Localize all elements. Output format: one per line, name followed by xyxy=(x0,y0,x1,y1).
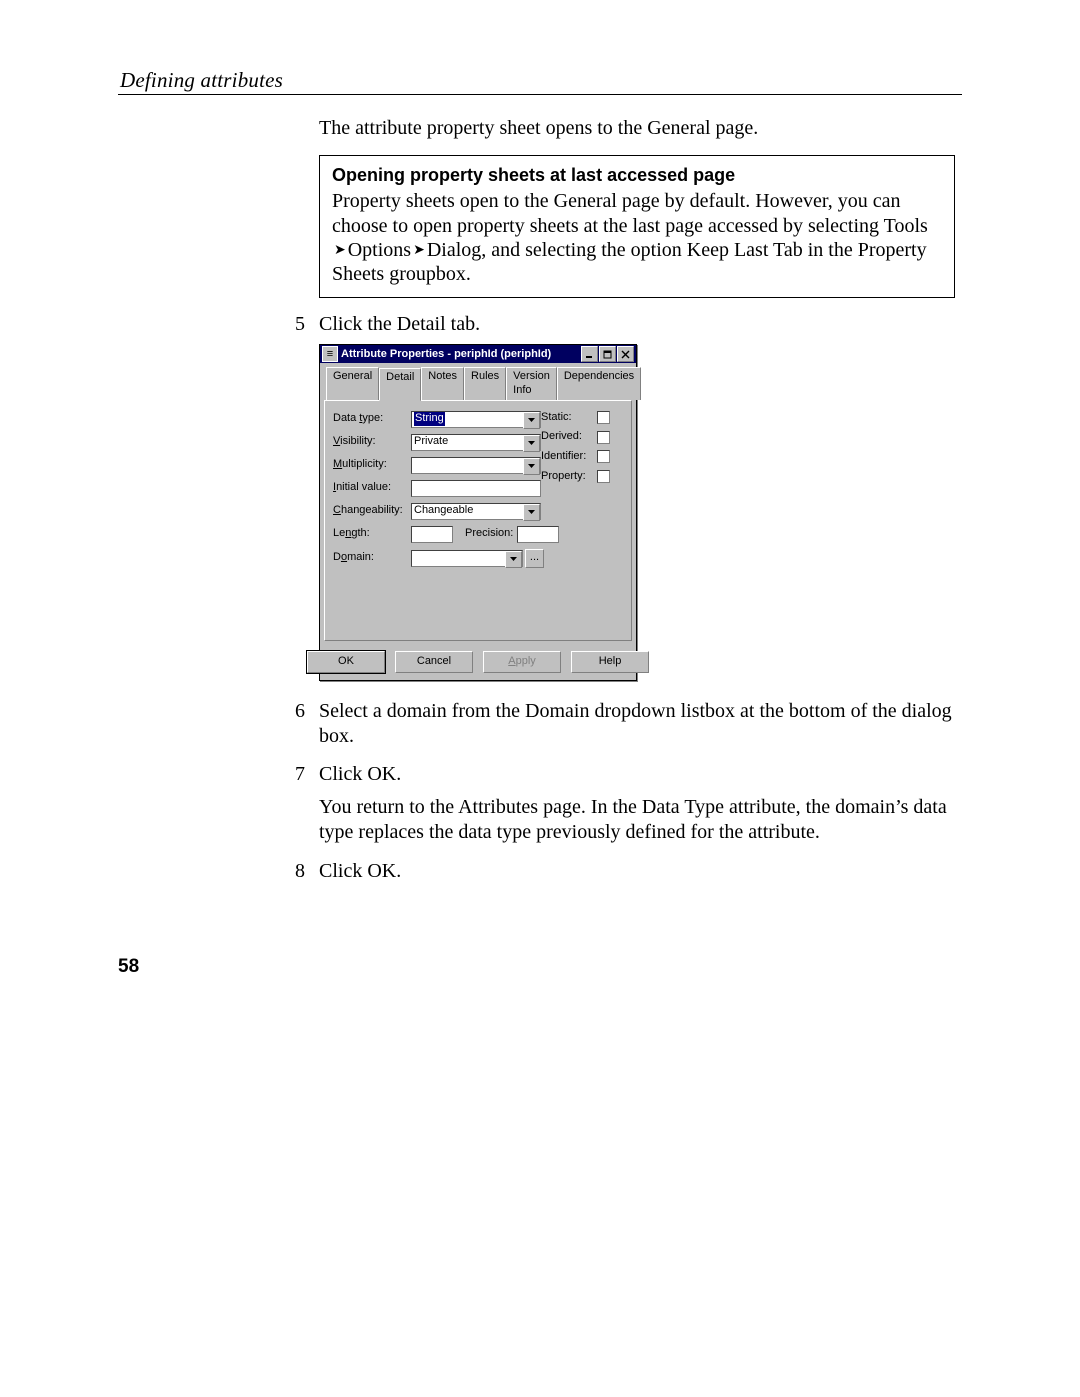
step-text: Click OK. xyxy=(319,859,959,884)
help-button[interactable]: Help xyxy=(571,651,649,673)
identifier-checkbox[interactable] xyxy=(597,450,610,463)
step-number: 8 xyxy=(295,859,305,884)
minimize-button[interactable] xyxy=(581,346,598,362)
label-visibility: Visibility: xyxy=(333,435,411,449)
note-menu-options: Options xyxy=(348,239,411,261)
step-8: 8 Click OK. xyxy=(319,859,959,884)
close-button[interactable] xyxy=(617,346,634,362)
label-identifier: Identifier: xyxy=(541,450,597,464)
ok-button[interactable]: OK xyxy=(307,651,385,673)
precision-input[interactable] xyxy=(517,526,559,543)
window-title: Attribute Properties - periphId (periphI… xyxy=(341,348,581,362)
label-static: Static: xyxy=(541,411,597,425)
note-body: Property sheets open to the General page… xyxy=(332,189,942,287)
attribute-properties-dialog: ≡ Attribute Properties - periphId (perip… xyxy=(319,344,637,680)
tabs-row: General Detail Notes Rules Version Info … xyxy=(320,363,636,399)
label-initial-value: Initial value: xyxy=(333,481,411,495)
tab-detail[interactable]: Detail xyxy=(379,368,421,400)
chevron-down-icon[interactable] xyxy=(523,504,540,521)
field-changeability: Changeability: Changeable xyxy=(333,503,623,520)
step-number: 6 xyxy=(295,699,305,724)
tab-dependencies[interactable]: Dependencies xyxy=(557,367,641,399)
cancel-button[interactable]: Cancel xyxy=(395,651,473,673)
step-7-followup: You return to the Attributes page. In th… xyxy=(319,795,959,845)
running-head: Defining attributes xyxy=(120,68,283,93)
changeability-combo[interactable]: Changeable xyxy=(411,503,541,520)
field-static: Static: xyxy=(541,411,610,425)
length-input[interactable] xyxy=(411,526,453,543)
label-precision: Precision: xyxy=(465,527,513,541)
page-number: 58 xyxy=(118,956,139,978)
step-6: 6 Select a domain from the Domain dropdo… xyxy=(319,699,959,749)
dialog-buttons: OK Cancel Apply Help xyxy=(320,645,636,680)
note-title: Opening property sheets at last accessed… xyxy=(332,164,942,186)
property-checkbox[interactable] xyxy=(597,470,610,483)
datatype-value: String xyxy=(414,412,445,426)
visibility-value: Private xyxy=(414,435,448,449)
step-7: 7 Click OK. xyxy=(319,762,959,787)
domain-combo[interactable] xyxy=(411,550,523,567)
document-page: Defining attributes The attribute proper… xyxy=(0,0,1080,1397)
chevron-down-icon[interactable] xyxy=(523,412,540,429)
detail-panel: Data type: String Visibility: Private Mu… xyxy=(324,400,632,641)
derived-checkbox[interactable] xyxy=(597,431,610,444)
label-datatype: Data type: xyxy=(333,412,411,426)
note-menu-dialog: Dialog xyxy=(427,239,481,261)
multiplicity-combo[interactable] xyxy=(411,457,541,474)
datatype-combo[interactable]: String xyxy=(411,411,541,428)
step-number: 5 xyxy=(295,312,305,337)
initial-value-input[interactable] xyxy=(411,480,541,497)
label-derived: Derived: xyxy=(541,430,597,444)
chevron-down-icon[interactable] xyxy=(523,458,540,475)
chevron-down-icon[interactable] xyxy=(505,551,522,568)
window-icon: ≡ xyxy=(322,346,338,362)
menu-arrow-icon: ➤ xyxy=(411,242,427,259)
step-number: 7 xyxy=(295,762,305,787)
label-multiplicity: Multiplicity: xyxy=(333,458,411,472)
domain-browse-button[interactable]: ... xyxy=(525,549,544,568)
step-text: Select a domain from the Domain dropdown… xyxy=(319,699,959,749)
apply-button[interactable]: Apply xyxy=(483,651,561,673)
step-text: Click OK. xyxy=(319,762,959,787)
step-5: 5 Click the Detail tab. xyxy=(319,312,959,337)
label-changeability: Changeability: xyxy=(333,504,411,518)
titlebar[interactable]: ≡ Attribute Properties - periphId (perip… xyxy=(320,345,636,363)
label-property: Property: xyxy=(541,470,597,484)
maximize-button[interactable] xyxy=(599,346,616,362)
tab-rules[interactable]: Rules xyxy=(464,367,506,399)
field-domain: Domain: ... xyxy=(333,549,623,568)
label-domain: Domain: xyxy=(333,551,411,565)
static-checkbox[interactable] xyxy=(597,411,610,424)
field-length-precision: Length: Precision: xyxy=(333,526,623,543)
menu-arrow-icon: ➤ xyxy=(332,242,348,259)
field-property: Property: xyxy=(541,470,610,484)
intro-paragraph: The attribute property sheet opens to th… xyxy=(319,116,959,141)
tab-notes[interactable]: Notes xyxy=(421,367,464,399)
chevron-down-icon[interactable] xyxy=(523,435,540,452)
visibility-combo[interactable]: Private xyxy=(411,434,541,451)
step-text: Click the Detail tab. xyxy=(319,312,959,337)
body-column: The attribute property sheet opens to th… xyxy=(319,112,959,884)
field-identifier: Identifier: xyxy=(541,450,610,464)
field-derived: Derived: xyxy=(541,430,610,444)
note-seg1: Property sheets open to the General page… xyxy=(332,190,928,236)
tab-general[interactable]: General xyxy=(326,367,379,399)
label-length: Length: xyxy=(333,527,411,541)
header-rule xyxy=(118,94,962,95)
note-box: Opening property sheets at last accessed… xyxy=(319,155,955,298)
flags-column: Static: Derived: Identifier: Property: xyxy=(541,411,610,490)
tab-version-info[interactable]: Version Info xyxy=(506,367,557,399)
changeability-value: Changeable xyxy=(414,504,473,518)
